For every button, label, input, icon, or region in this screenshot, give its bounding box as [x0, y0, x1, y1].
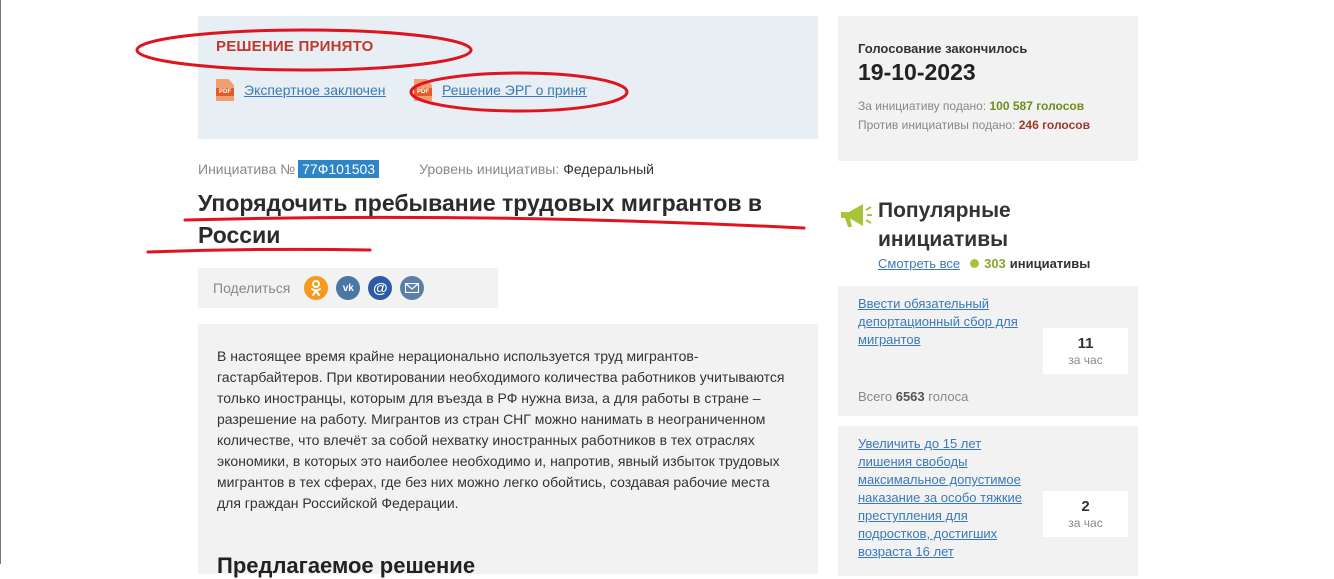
initiative-level-label: Уровень инициативы: [419, 161, 560, 177]
decision-status: РЕШЕНИЕ ПРИНЯТО [216, 38, 374, 55]
rate-value: 11 [1077, 335, 1094, 352]
popular-subline: Смотреть все 303 инициативы [878, 256, 1090, 271]
voting-ended-label: Голосование закончилось [858, 41, 1028, 56]
votes-for: За инициативу подано: 100 587 голосов [858, 99, 1085, 113]
votes-against: Против инициативы подано: 246 голосов [858, 118, 1090, 132]
pdf-icon: PDF [414, 79, 432, 101]
voting-panel: Голосование закончилось 19-10-2023 За ин… [838, 16, 1138, 161]
popular-item-link[interactable]: Ввести обязательный депортационный сбор … [858, 295, 1038, 349]
initiative-level-value: Федеральный [563, 161, 654, 177]
rate-value: 2 [1081, 498, 1090, 515]
erg-decision-link[interactable]: PDF Решение ЭРГ о принятии [414, 79, 587, 101]
initiative-number: 77Ф101503 [298, 160, 380, 178]
votes-for-value: 100 587 голосов [989, 99, 1085, 113]
odnoklassniki-icon[interactable] [304, 276, 329, 300]
expert-conclusion-link[interactable]: PDF Экспертное заключение [216, 79, 386, 101]
rate-counter: 11 за час [1043, 328, 1128, 374]
initiative-title: Упорядочить пребывание трудовых мигранто… [198, 190, 763, 248]
initiative-meta: Инициатива № 77Ф101503 Уровень инициатив… [198, 160, 654, 178]
popular-item-link[interactable]: Увеличить до 15 лет лишения свободы макс… [858, 435, 1038, 561]
envelope-icon[interactable] [400, 276, 425, 300]
total-votes: Всего 6563 голоса [858, 389, 969, 404]
decision-panel: РЕШЕНИЕ ПРИНЯТО PDF Экспертное заключени… [198, 16, 818, 139]
megaphone-icon [841, 204, 872, 227]
popular-count-word: инициативы [1009, 256, 1091, 271]
see-all-link[interactable]: Смотреть все [878, 256, 960, 271]
initiative-number-label: Инициатива № [198, 161, 296, 177]
votes-against-value: 246 голосов [1018, 118, 1090, 132]
expert-conclusion-link-text[interactable]: Экспертное заключение [244, 82, 386, 98]
pdf-icon: PDF [216, 79, 234, 101]
popular-count: 303 [984, 256, 1006, 271]
erg-decision-link-text[interactable]: Решение ЭРГ о принятии [442, 82, 587, 98]
rate-unit: за час [1068, 353, 1103, 367]
popular-item-card: Увеличить до 15 лет лишения свободы макс… [838, 426, 1138, 576]
popular-initiatives-title: Популярные инициативы [878, 199, 1011, 251]
vk-icon[interactable]: vk [336, 276, 361, 300]
share-label: Поделиться [213, 280, 291, 296]
email-at-icon[interactable]: @ [368, 276, 393, 300]
proposed-solution-heading: Предлагаемое решение [217, 553, 476, 578]
voting-end-date: 19-10-2023 [858, 59, 976, 85]
count-dot-icon [970, 259, 980, 268]
description-text: В настоящее время крайне нерационально и… [217, 348, 785, 511]
share-bar: Поделиться vk @ [198, 268, 498, 308]
rate-unit: за час [1068, 516, 1103, 530]
rate-counter: 2 за час [1043, 491, 1128, 537]
description-panel: В настоящее время крайне нерационально и… [198, 324, 818, 578]
popular-item-card: Ввести обязательный депортационный сбор … [838, 286, 1138, 416]
window-left-edge [0, 0, 1, 564]
